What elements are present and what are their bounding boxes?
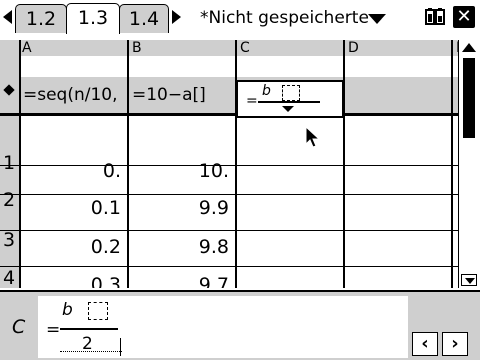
- spreadsheet: A B C D E =seq(n/10, =10−a[] = b 1 0. 10…: [0, 34, 480, 288]
- formula-cell-c-editing[interactable]: = b: [236, 80, 344, 118]
- tab-1-2[interactable]: 1.2: [15, 4, 67, 33]
- entry-input[interactable]: = b 2: [38, 296, 408, 358]
- entry-line: C = b 2 ‹ ›: [0, 290, 480, 360]
- row-number[interactable]: 2: [3, 189, 15, 211]
- column-header-d[interactable]: D: [345, 40, 451, 56]
- formula-cell-b[interactable]: =10−a[]: [132, 84, 234, 106]
- cell-a3[interactable]: 0.2: [23, 236, 121, 258]
- grid-line: [235, 40, 237, 288]
- cell-b2[interactable]: 9.9: [131, 197, 229, 219]
- numerator-b: b: [262, 83, 271, 99]
- document-title[interactable]: *Nicht gespeicherte: [200, 6, 369, 30]
- battery-icon: [425, 8, 445, 25]
- entry-column-label: C: [12, 316, 26, 338]
- input-guide: [60, 351, 122, 352]
- arrow-cursor-icon: [305, 126, 321, 148]
- triangle-left-icon[interactable]: [3, 10, 12, 24]
- cell-b4[interactable]: 9.7: [131, 274, 229, 288]
- cell-a2[interactable]: 0.1: [23, 197, 121, 219]
- column-header-c[interactable]: C: [237, 40, 343, 56]
- tab-1-4[interactable]: 1.4: [119, 4, 169, 33]
- grid-line: [343, 40, 345, 288]
- top-bar: 1.2 1.3 1.4 *Nicht gespeicherte ✕: [0, 0, 480, 34]
- fraction-bar: [60, 328, 118, 330]
- grid-line: [451, 40, 453, 288]
- row-number[interactable]: 3: [3, 229, 15, 251]
- row-number[interactable]: 4: [3, 267, 15, 288]
- grid-line: [127, 40, 129, 288]
- template-placeholder[interactable]: [88, 302, 108, 320]
- close-icon[interactable]: ✕: [453, 6, 475, 28]
- equals-sign: =: [246, 93, 258, 109]
- scroll-down-icon: [465, 278, 475, 284]
- cell-b1[interactable]: 10.: [131, 160, 229, 182]
- caret-down-icon[interactable]: [368, 14, 386, 24]
- equals-sign: =: [46, 320, 61, 340]
- formula-cell-a[interactable]: =seq(n/10,: [23, 84, 127, 106]
- chevron-right-icon[interactable]: ›: [442, 332, 468, 356]
- vertical-scrollbar[interactable]: [458, 40, 479, 288]
- cell-a1[interactable]: 0.: [23, 160, 121, 182]
- grid-line: [0, 266, 458, 267]
- scroll-down-button[interactable]: [461, 274, 477, 286]
- tab-1-3[interactable]: 1.3: [66, 3, 120, 34]
- column-header-b[interactable]: B: [129, 40, 235, 56]
- scroll-up-icon[interactable]: [462, 43, 476, 52]
- template-placeholder[interactable]: [282, 85, 300, 101]
- scrollbar-thumb[interactable]: [463, 58, 475, 138]
- caret-down-icon[interactable]: [282, 106, 294, 112]
- column-header-a[interactable]: A: [19, 40, 127, 56]
- numerator-b: b: [62, 300, 73, 320]
- triangle-right-icon[interactable]: [172, 10, 181, 24]
- row-number[interactable]: 1: [3, 152, 15, 174]
- chevron-left-icon[interactable]: ‹: [412, 332, 438, 356]
- fraction-bar: [258, 101, 320, 103]
- cell-a4[interactable]: 0.3: [23, 274, 121, 288]
- text-cursor: [120, 338, 121, 356]
- grid-line: [19, 40, 21, 288]
- cell-b3[interactable]: 9.8: [131, 236, 229, 258]
- grid-line: [0, 194, 458, 195]
- grid-line: [0, 230, 458, 231]
